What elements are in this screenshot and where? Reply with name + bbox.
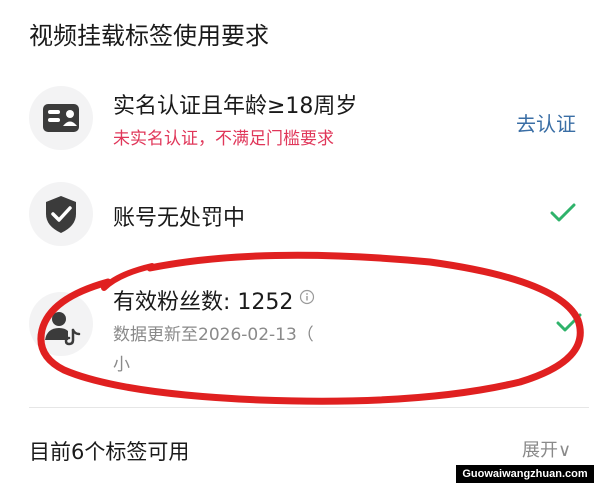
shield-check-icon (29, 182, 93, 246)
check-icon (550, 203, 576, 222)
tag-requirements-page: 视频挂载标签使用要求 实名认证且年龄≥18周岁 未实名认证，不满足门槛要求 去认… (0, 0, 600, 487)
go-verify-link[interactable]: 去认证 (516, 108, 576, 137)
available-tags-count: 目前6个标签可用 (29, 440, 190, 464)
blur-mask (138, 346, 298, 372)
requirement-title-no-penalty: 账号无处罚中 (113, 206, 246, 231)
requirement-subtitle-fans-line2: 小 (113, 355, 130, 375)
expand-button[interactable]: 展开∨ (522, 436, 571, 462)
info-icon[interactable] (299, 289, 315, 305)
id-card-icon (29, 86, 93, 150)
fans-icon (29, 292, 93, 356)
requirement-title-fans: 有效粉丝数: 1252 (113, 290, 294, 315)
divider (29, 407, 589, 408)
requirement-title-realname: 实名认证且年龄≥18周岁 (113, 94, 358, 119)
page-title: 视频挂载标签使用要求 (29, 22, 269, 50)
requirement-subtitle-fans-line1: 数据更新至2026-02-13（ (113, 325, 314, 345)
blur-mask (248, 196, 358, 224)
site-watermark: Guowaiwangzhuan.com (456, 465, 594, 483)
requirement-warning-realname: 未实名认证，不满足门槛要求 (113, 129, 334, 149)
check-icon (556, 313, 582, 332)
